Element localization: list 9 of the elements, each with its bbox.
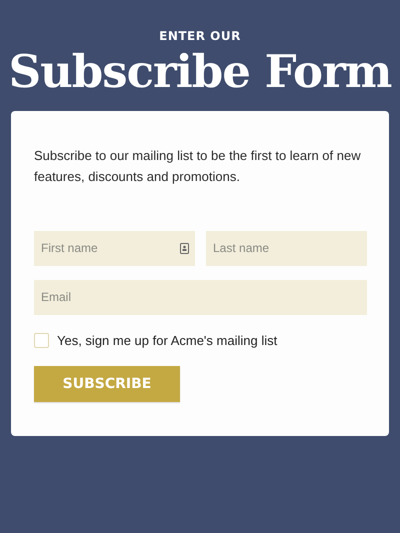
kicker-text: ENTER OUR — [158, 28, 242, 45]
contact-card-icon[interactable] — [180, 242, 189, 254]
consent-label[interactable]: Yes, sign me up for Acme's mailing list — [57, 330, 278, 350]
input-field[interactable]: First name — [34, 230, 195, 266]
input-field[interactable]: Last name — [206, 230, 367, 266]
form-title: Subscribe Form — [8, 47, 392, 96]
consent-checkbox[interactable] — [34, 332, 49, 348]
input-field[interactable]: Email — [34, 280, 367, 314]
intro-text: Subscribe to our mailing list to be the first to learn of new features, discounts and promotions. — [34, 146, 362, 186]
